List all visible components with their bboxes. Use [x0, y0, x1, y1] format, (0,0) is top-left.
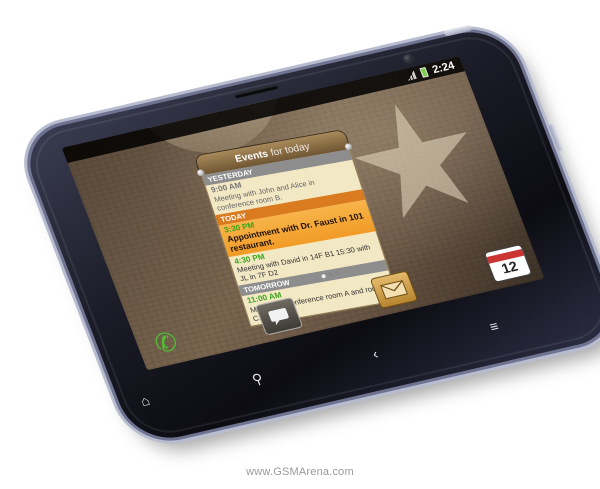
section-yesterday-label: YESTERDAY	[202, 149, 353, 186]
event-time: 9:00 AM	[209, 180, 243, 195]
front-camera	[401, 52, 415, 65]
back-key[interactable]: ‹	[363, 343, 387, 364]
page-dot	[327, 272, 334, 278]
home-icon: ⌂	[137, 392, 152, 410]
phone-app-button[interactable]: ✆	[143, 324, 189, 360]
phone-screen: 2:24 Events for today YESTERDAY 9:00 AM …	[61, 56, 545, 371]
event-item-tomorrow[interactable]: 11:00 AM Meeting in conference room A an…	[242, 270, 398, 325]
event-description: Meeting with John and Alice in conferenc…	[212, 177, 316, 213]
page-dot	[314, 275, 320, 281]
earpiece-speaker	[234, 84, 279, 99]
home-key[interactable]: ⌂	[133, 390, 157, 411]
calendar-icon	[486, 248, 524, 264]
app-dock: ✆ 12	[130, 235, 544, 370]
event-description: Appointment with Dr. Faust in 101 restau…	[225, 210, 365, 254]
product-photo: 2:24 Events for today YESTERDAY 9:00 AM …	[0, 0, 600, 489]
event-item-today-1[interactable]: 3:30 PM Appointment with Dr. Faust in 10…	[218, 199, 376, 257]
events-widget[interactable]: Events for today YESTERDAY 9:00 AM Meeti…	[194, 130, 400, 327]
watermark: www.GSMArena.com	[246, 466, 354, 478]
wallpaper-starfish-shape	[354, 104, 469, 219]
messaging-app-button[interactable]	[255, 296, 304, 336]
menu-icon: ≡	[487, 317, 501, 335]
phone-body: 2:24 Events for today YESTERDAY 9:00 AM …	[16, 23, 600, 447]
search-key[interactable]: ⚲	[245, 368, 269, 389]
search-icon: ⚲	[249, 369, 266, 387]
volume-rocker[interactable]	[548, 123, 565, 152]
section-today-label: TODAY	[215, 188, 366, 226]
event-item-today-2[interactable]: 4:30 PM Meeting with David in 14F B1 15:…	[229, 231, 385, 286]
messaging-icon	[268, 307, 290, 326]
menu-key[interactable]: ≡	[482, 316, 506, 337]
calendar-app-button[interactable]: 12	[483, 244, 533, 283]
event-time: 11:00 AM	[245, 290, 283, 306]
power-button[interactable]	[443, 24, 473, 37]
event-item-yesterday[interactable]: 9:00 AM Meeting with John and Alice in c…	[206, 160, 362, 215]
page-indicator	[314, 270, 340, 281]
event-time: 4:30 PM	[232, 251, 266, 266]
event-time: 3:30 PM	[222, 220, 256, 235]
battery-icon	[419, 67, 429, 78]
page-dot	[334, 270, 340, 276]
page-dot-active	[320, 273, 327, 279]
widget-body: YESTERDAY 9:00 AM Meeting with John and …	[201, 149, 400, 327]
widget-header: Events for today	[194, 130, 350, 176]
phone-icon: ✆	[149, 325, 182, 359]
section-tomorrow-label: TOMORROW	[238, 259, 389, 297]
calendar-day: 12	[498, 257, 520, 277]
wallpaper-shell-shape	[121, 56, 301, 168]
event-description: Meeting in conference room A and room C.	[248, 282, 384, 323]
status-bar: 2:24	[61, 56, 466, 163]
event-description: Meeting with David in 14F B1 15:30 with …	[235, 242, 372, 284]
mail-icon	[379, 280, 408, 300]
widget-subtitle: for today	[269, 140, 312, 159]
widget-pin-icon	[196, 168, 206, 177]
back-icon: ‹	[369, 345, 381, 362]
mail-app-button[interactable]	[369, 270, 419, 310]
signal-icon	[405, 70, 417, 81]
widget-pin-icon	[344, 142, 354, 151]
widget-title: Events	[233, 148, 270, 165]
status-clock: 2:24	[430, 59, 457, 77]
